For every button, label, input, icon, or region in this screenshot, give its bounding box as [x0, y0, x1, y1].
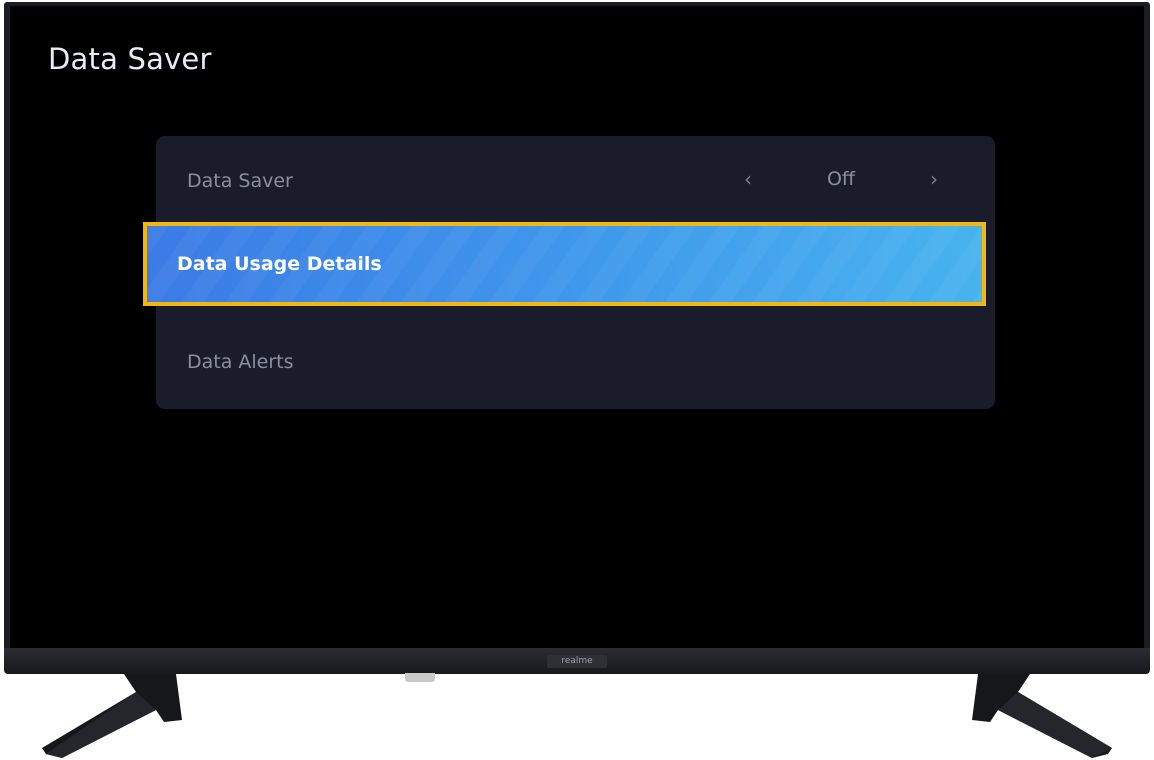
brand-logo: realme	[547, 655, 607, 668]
page-title: Data Saver	[48, 42, 212, 76]
ir-sensor	[405, 673, 435, 682]
data-alerts-label: Data Alerts	[187, 351, 294, 373]
data-saver-value-selector[interactable]: ‹ Off ›	[735, 136, 995, 226]
data-usage-details-label: Data Usage Details	[177, 253, 382, 275]
tv-screen: Data Saver Data Saver ‹ Off › Data Alert…	[10, 6, 1144, 648]
tv-stand-left	[42, 674, 182, 758]
chevron-left-icon[interactable]: ‹	[744, 167, 752, 191]
data-saver-label: Data Saver	[187, 170, 293, 192]
tv-frame: Data Saver Data Saver ‹ Off › Data Alert…	[4, 2, 1150, 652]
data-saver-row[interactable]: Data Saver ‹ Off ›	[156, 136, 995, 226]
data-usage-details-row[interactable]: Data Usage Details	[143, 222, 986, 306]
data-alerts-row[interactable]: Data Alerts	[156, 317, 995, 407]
data-saver-value: Off	[826, 168, 856, 190]
chevron-right-icon[interactable]: ›	[930, 167, 938, 191]
tv-stand-right	[972, 674, 1112, 758]
